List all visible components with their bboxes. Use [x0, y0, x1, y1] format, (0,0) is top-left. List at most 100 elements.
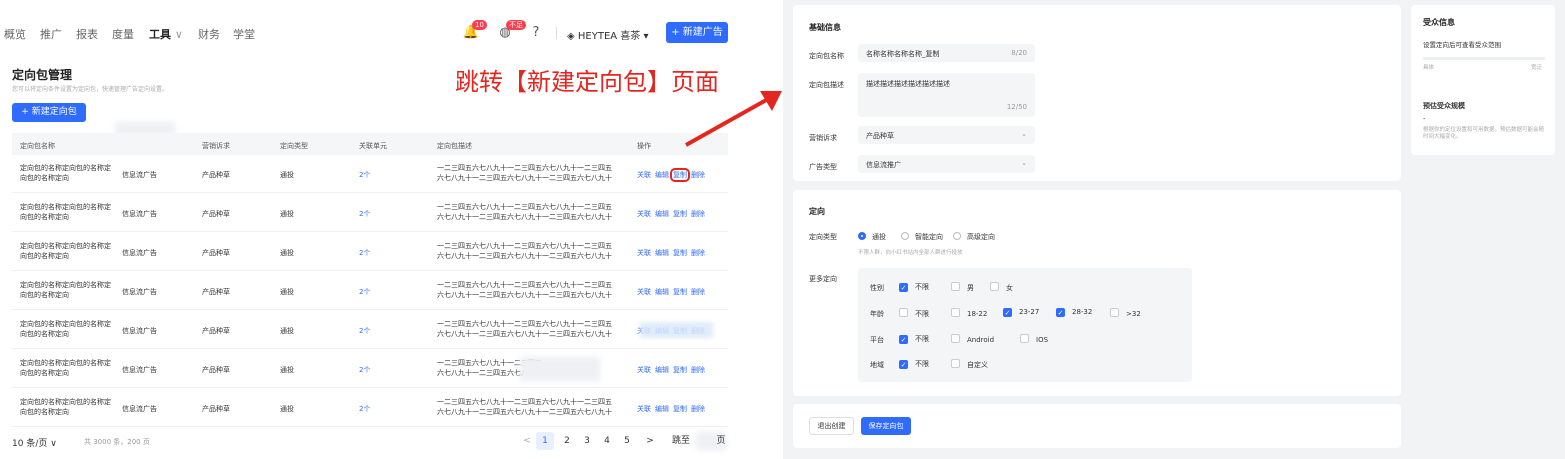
desc-textarea[interactable]: 描述描述描述描述描述描述 12/50 — [858, 73, 1035, 117]
linked-units-link[interactable]: 2个 — [359, 287, 370, 297]
row-actions: 关联编辑复制删除 — [637, 248, 709, 258]
page-5[interactable]: 5 — [618, 432, 636, 450]
name-value: 名称名称名称名称_复制 — [866, 50, 940, 58]
goal: 产品种草 — [202, 249, 230, 257]
page-description: 您可以将定向条件设置为定向包，快速管理广告定向设置。 — [12, 86, 169, 93]
page-3[interactable]: 3 — [578, 432, 596, 450]
delete-action[interactable]: 删除 — [691, 171, 705, 179]
targeting-type: 通投 — [280, 366, 294, 374]
age-18-22[interactable]: 18-22 — [951, 308, 987, 318]
adtype-value: 信息流推广 — [866, 161, 901, 169]
checkbox-icon — [951, 282, 960, 291]
checkbox-checked-icon: ✓ — [1003, 308, 1012, 317]
name-input[interactable]: 名称名称名称名称_复制 8/20 — [858, 44, 1035, 62]
exit-button[interactable]: 退出创建 — [809, 417, 854, 435]
gender-male[interactable]: 男 — [951, 282, 974, 293]
gender-female[interactable]: 女 — [990, 282, 1013, 293]
edit-action[interactable]: 编辑 — [655, 171, 669, 179]
next-page-button[interactable]: > — [641, 432, 659, 450]
goal-select[interactable]: 产品种草 ⌄ — [858, 126, 1035, 144]
page-2[interactable]: 2 — [558, 432, 576, 450]
copy-action[interactable]: 复制 — [673, 405, 687, 413]
row-actions: 关联编辑复制删除 — [637, 404, 709, 414]
copy-action[interactable]: 复制 — [673, 249, 687, 257]
jump-suffix: 页 — [716, 436, 726, 446]
linked-units-link[interactable]: 2个 — [359, 248, 370, 258]
link-action[interactable]: 关联 — [637, 405, 651, 413]
account-switcher[interactable]: ◈ HEYTEA 喜茶 ▾ — [567, 27, 649, 42]
delete-action[interactable]: 删除 — [691, 249, 705, 257]
delete-action[interactable]: 删除 — [691, 288, 705, 296]
new-ad-button[interactable]: + 新建广告 — [666, 22, 728, 43]
platform-label: 平台 — [870, 336, 884, 344]
delete-action[interactable]: 删除 — [691, 366, 705, 374]
link-action[interactable]: 关联 — [637, 249, 651, 257]
edit-action[interactable]: 编辑 — [655, 210, 669, 218]
delete-action[interactable]: 删除 — [691, 210, 705, 218]
copy-action[interactable]: 复制 — [673, 366, 687, 374]
package-name: 定向包的名称定向包的名称定向包的名称定向 — [20, 320, 111, 338]
linked-units-link[interactable]: 2个 — [359, 365, 370, 375]
prev-page-button[interactable]: < — [518, 432, 536, 450]
type-option-smart[interactable]: 智能定向 — [901, 232, 943, 242]
age-23-27[interactable]: ✓ 23-27 — [1003, 308, 1039, 317]
nav-promotion[interactable]: 推广 — [40, 26, 62, 42]
help-icon[interactable]: ? — [527, 24, 545, 42]
desc-value: 描述描述描述描述描述描述 — [866, 80, 950, 88]
bell-icon[interactable]: 🔔 10 — [462, 20, 487, 42]
basic-info-title: 基础信息 — [809, 23, 841, 32]
linked-units-link[interactable]: 2个 — [359, 326, 370, 336]
package-desc: 一二三四五六七八九十一二三四五六七八九十一二三四五 六七八九十一二三四五六七八九十… — [437, 242, 612, 260]
package-name: 定向包的名称定向包的名称定向包的名称定向 — [20, 359, 111, 377]
page-4[interactable]: 4 — [598, 432, 616, 450]
edit-action[interactable]: 编辑 — [655, 366, 669, 374]
platform-android[interactable]: Android — [951, 334, 994, 344]
redaction — [640, 322, 713, 338]
edit-action[interactable]: 编辑 — [655, 405, 669, 413]
footer-card: 退出创建 保存定向包 — [793, 404, 1401, 448]
package-desc: 一二三四五六七八九十一二三四五六七八九十一二三四五 六七八九十一二三四五六七八九十… — [437, 164, 612, 182]
save-package-button[interactable]: 保存定向包 — [861, 417, 911, 435]
edit-action[interactable]: 编辑 — [655, 288, 669, 296]
audience-title: 受众信息 — [1423, 18, 1455, 27]
type-hint: 不限人群，向小红书站内全部人群进行投放 — [858, 250, 963, 256]
region-any[interactable]: ✓ 不限 — [899, 359, 929, 369]
region-custom[interactable]: 自定义 — [951, 359, 988, 370]
page-size-select[interactable]: 10 条/页 ∨ — [12, 436, 57, 449]
adtype-select[interactable]: 信息流推广 ⌄ — [858, 155, 1035, 173]
chevron-down-icon: ⌄ — [1021, 130, 1027, 138]
nav-finance[interactable]: 财务 — [198, 26, 220, 42]
platform-ios[interactable]: IOS — [1020, 334, 1048, 344]
create-targeting-package-button[interactable]: + 新建定向包 — [12, 103, 86, 122]
type-option-broad[interactable]: 通投 — [858, 232, 886, 242]
nav-tools[interactable]: 工具 ∨ — [149, 26, 183, 42]
copy-action[interactable]: 复制 — [673, 210, 687, 218]
page-1[interactable]: 1 — [536, 432, 554, 450]
copy-action[interactable]: 复制 — [670, 168, 690, 182]
radio-icon — [953, 232, 961, 240]
link-action[interactable]: 关联 — [637, 171, 651, 179]
linked-units-link[interactable]: 2个 — [359, 404, 370, 414]
linked-units-link[interactable]: 2个 — [359, 209, 370, 219]
gender-any[interactable]: ✓ 不限 — [899, 282, 929, 292]
copy-action[interactable]: 复制 — [673, 288, 687, 296]
age-any[interactable]: 不限 — [899, 308, 929, 319]
delete-action[interactable]: 删除 — [691, 405, 705, 413]
nav-measure[interactable]: 度量 — [112, 26, 134, 42]
nav-academy[interactable]: 学堂 — [233, 26, 255, 42]
wallet-icon[interactable]: ◍ 不足 — [496, 20, 526, 42]
top-nav: 概览 推广 报表 度量 工具 ∨ 财务 学堂 🔔 10 ◍ 不足 ? ◈ HEYTE… — [0, 20, 740, 46]
age-28-32[interactable]: ✓ 28-32 — [1056, 308, 1092, 317]
linked-units-link[interactable]: 2个 — [359, 170, 370, 180]
nav-overview[interactable]: 概览 — [4, 26, 26, 42]
link-action[interactable]: 关联 — [637, 210, 651, 218]
platform-any[interactable]: ✓ 不限 — [899, 334, 929, 344]
link-action[interactable]: 关联 — [637, 288, 651, 296]
col-ops: 操作 — [637, 142, 651, 150]
link-action[interactable]: 关联 — [637, 366, 651, 374]
edit-action[interactable]: 编辑 — [655, 249, 669, 257]
type-option-advanced[interactable]: 高级定向 — [953, 232, 995, 242]
nav-reports[interactable]: 报表 — [76, 26, 98, 42]
age-over-32[interactable]: >32 — [1110, 308, 1141, 318]
package-name: 定向包的名称定向包的名称定向包的名称定向 — [20, 242, 111, 260]
